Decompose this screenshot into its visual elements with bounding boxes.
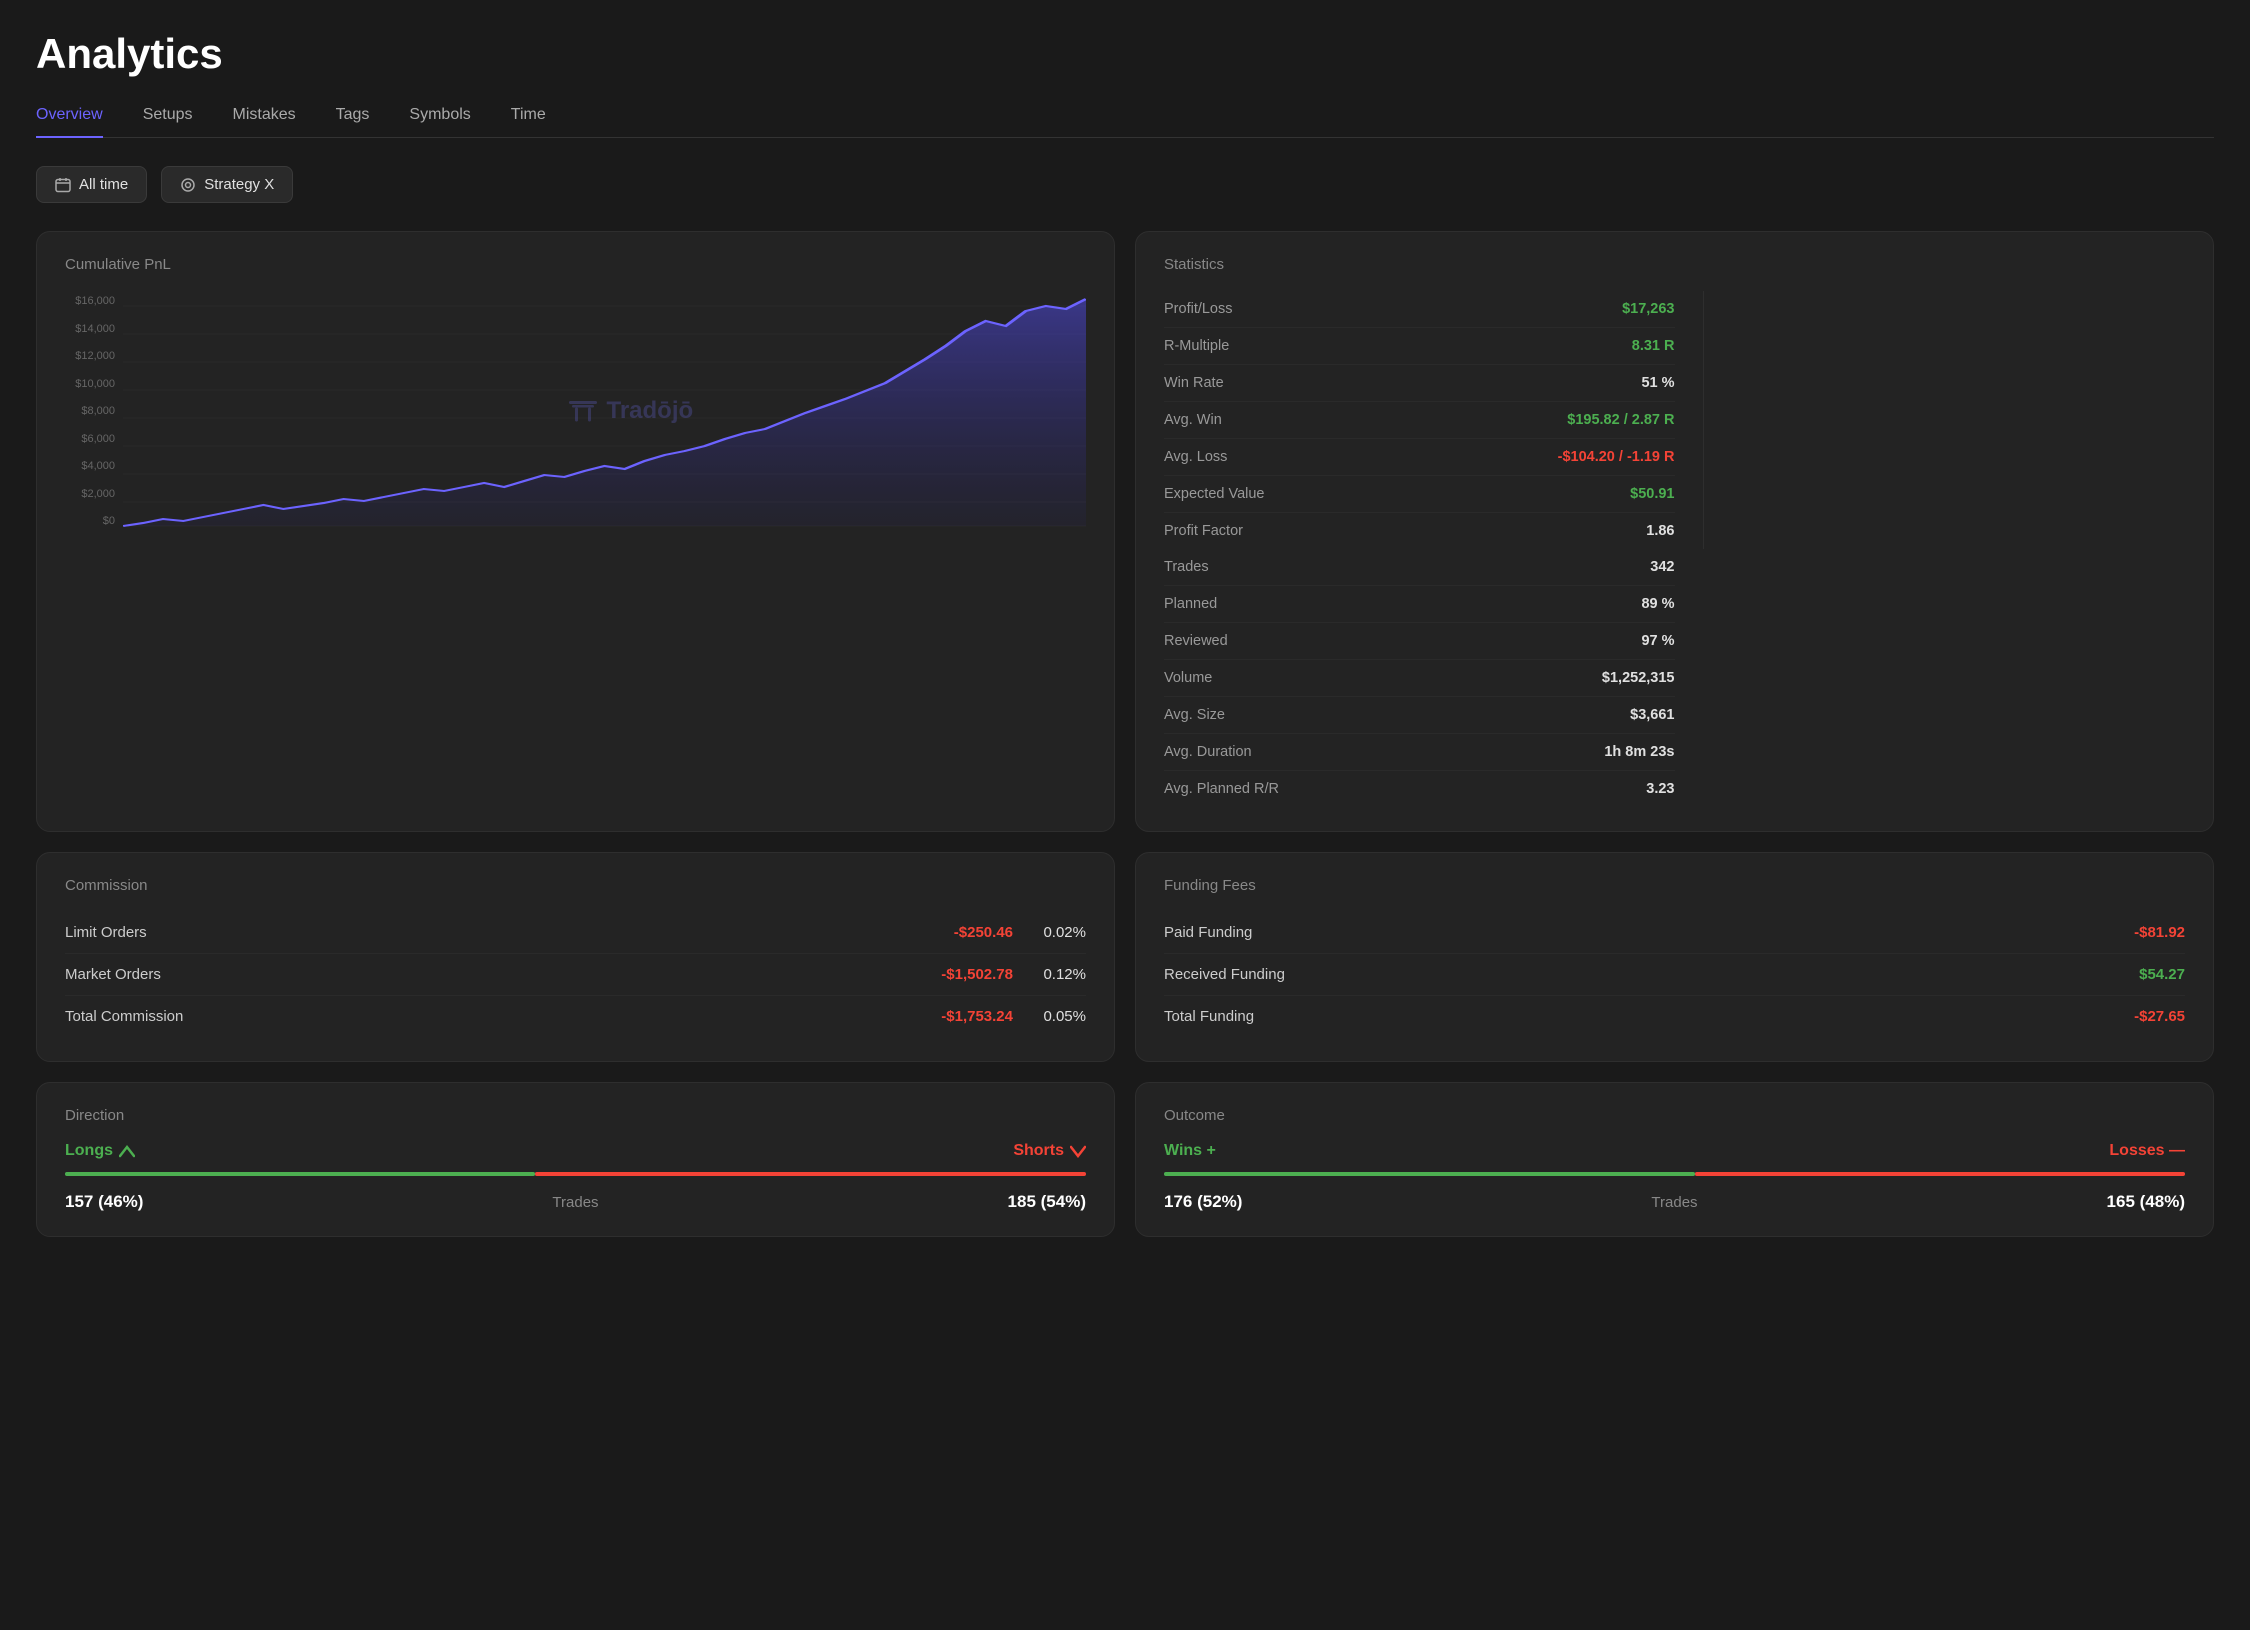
funding-title: Funding Fees <box>1164 877 2185 894</box>
direction-trades-label: Trades <box>552 1194 598 1211</box>
commission-limit-row: Limit Orders -$250.46 0.02% <box>65 912 1086 954</box>
strategy-icon <box>180 177 196 193</box>
longs-label: Longs <box>65 1142 135 1160</box>
tab-overview[interactable]: Overview <box>36 106 103 138</box>
losses-progress <box>1695 1172 2185 1176</box>
stats-divider <box>1703 291 1704 549</box>
funding-received-row: Received Funding $54.27 <box>1164 954 2185 996</box>
stat-r-multiple: R-Multiple 8.31 R <box>1164 328 1675 365</box>
shorts-label: Shorts <box>1013 1142 1086 1160</box>
tab-time[interactable]: Time <box>511 106 546 138</box>
stat-profit-factor: Profit Factor 1.86 <box>1164 513 1675 549</box>
direction-title: Direction <box>65 1107 1086 1124</box>
direction-header: Longs Shorts <box>65 1142 1086 1160</box>
outcome-stats: 176 (52%) Trades 165 (48%) <box>1164 1192 2185 1212</box>
filter-bar: All time Strategy X <box>36 166 2214 203</box>
stat-avg-planned-rr: Avg. Planned R/R 3.23 <box>1164 771 1675 807</box>
pnl-svg <box>123 291 1086 531</box>
longs-progress <box>65 1172 535 1176</box>
stat-profit-loss: Profit/Loss $17,263 <box>1164 291 1675 328</box>
stat-avg-size: Avg. Size $3,661 <box>1164 697 1675 734</box>
stat-reviewed: Reviewed 97 % <box>1164 623 1675 660</box>
outcome-title: Outcome <box>1164 1107 2185 1124</box>
outcome-progress-bar <box>1164 1172 2185 1176</box>
tab-setups[interactable]: Setups <box>143 106 193 138</box>
shorts-value: 185 (54%) <box>1008 1192 1086 1212</box>
wins-progress <box>1164 1172 1695 1176</box>
direction-progress-bar <box>65 1172 1086 1176</box>
time-filter-button[interactable]: All time <box>36 166 147 203</box>
funding-paid-row: Paid Funding -$81.92 <box>1164 912 2185 954</box>
commission-market-row: Market Orders -$1,502.78 0.12% <box>65 954 1086 996</box>
stats-left-col: Profit/Loss $17,263 R-Multiple 8.31 R Wi… <box>1164 291 1675 549</box>
stat-trades: Trades 342 <box>1164 549 1675 586</box>
tab-symbols[interactable]: Symbols <box>409 106 470 138</box>
calendar-icon <box>55 177 71 193</box>
y-axis: $16,000 $14,000 $12,000 $10,000 $8,000 $… <box>65 291 123 531</box>
commission-card: Commission Limit Orders -$250.46 0.02% M… <box>36 852 1115 1062</box>
strategy-filter-button[interactable]: Strategy X <box>161 166 293 203</box>
longs-value: 157 (46%) <box>65 1192 143 1212</box>
shorts-progress <box>535 1172 1086 1176</box>
stat-avg-loss: Avg. Loss -$104.20 / -1.19 R <box>1164 439 1675 476</box>
pnl-card-title: Cumulative PnL <box>65 256 1086 273</box>
middle-row: Commission Limit Orders -$250.46 0.02% M… <box>36 852 2214 1062</box>
statistics-card: Statistics Profit/Loss $17,263 R-Multipl… <box>1135 231 2214 832</box>
outcome-header: Wins + Losses — <box>1164 1142 2185 1160</box>
stats-right-col: Trades 342 Planned 89 % Reviewed 97 % Vo… <box>1164 549 1675 807</box>
stat-win-rate: Win Rate 51 % <box>1164 365 1675 402</box>
stats-grid: Profit/Loss $17,263 R-Multiple 8.31 R Wi… <box>1164 291 2185 807</box>
wins-value: 176 (52%) <box>1164 1192 1242 1212</box>
outcome-trades-label: Trades <box>1651 1194 1697 1211</box>
pnl-chart: $16,000 $14,000 $12,000 $10,000 $8,000 $… <box>65 291 1086 531</box>
stat-planned: Planned 89 % <box>1164 586 1675 623</box>
chart-svg-area: Tradōjō <box>123 291 1086 531</box>
commission-total-row: Total Commission -$1,753.24 0.05% <box>65 996 1086 1037</box>
page-title: Analytics <box>36 30 2214 78</box>
direction-card: Direction Longs Shorts 157 (46%) Trades … <box>36 1082 1115 1237</box>
wins-label: Wins + <box>1164 1142 1216 1160</box>
stats-card-title: Statistics <box>1164 256 2185 273</box>
outcome-card: Outcome Wins + Losses — 176 (52%) Trades… <box>1135 1082 2214 1237</box>
cumulative-pnl-card: Cumulative PnL $16,000 $14,000 $12,000 $… <box>36 231 1115 832</box>
time-filter-label: All time <box>79 176 128 193</box>
commission-title: Commission <box>65 877 1086 894</box>
stat-avg-win: Avg. Win $195.82 / 2.87 R <box>1164 402 1675 439</box>
strategy-filter-label: Strategy X <box>204 176 274 193</box>
bottom-row: Direction Longs Shorts 157 (46%) Trades … <box>36 1082 2214 1237</box>
stat-volume: Volume $1,252,315 <box>1164 660 1675 697</box>
losses-value: 165 (48%) <box>2107 1192 2185 1212</box>
arrow-down-icon <box>1070 1144 1086 1158</box>
tab-mistakes[interactable]: Mistakes <box>233 106 296 138</box>
tab-bar: Overview Setups Mistakes Tags Symbols Ti… <box>36 106 2214 138</box>
stat-avg-duration: Avg. Duration 1h 8m 23s <box>1164 734 1675 771</box>
direction-stats: 157 (46%) Trades 185 (54%) <box>65 1192 1086 1212</box>
top-row: Cumulative PnL $16,000 $14,000 $12,000 $… <box>36 231 2214 832</box>
stat-expected-value: Expected Value $50.91 <box>1164 476 1675 513</box>
funding-fees-card: Funding Fees Paid Funding -$81.92 Receiv… <box>1135 852 2214 1062</box>
losses-label: Losses — <box>2109 1142 2185 1160</box>
tab-tags[interactable]: Tags <box>336 106 370 138</box>
arrow-up-icon <box>119 1144 135 1158</box>
funding-total-row: Total Funding -$27.65 <box>1164 996 2185 1037</box>
